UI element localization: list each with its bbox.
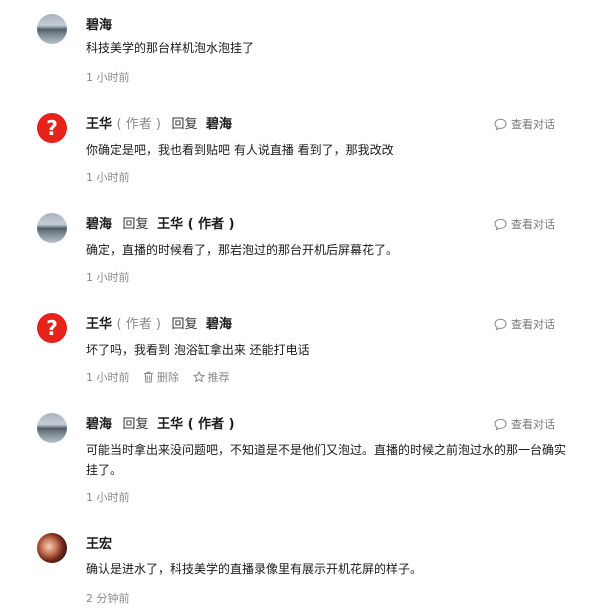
- reply-to-username[interactable]: 碧海: [206, 117, 232, 132]
- timestamp: 1 小时前: [86, 171, 130, 184]
- comment-meta: 1 小时前: [86, 270, 130, 286]
- view-conversation-link[interactable]: 查看对话: [494, 417, 555, 436]
- username[interactable]: 王华: [86, 317, 112, 332]
- reply-label: 回复: [122, 417, 149, 432]
- chat-bubble-icon: [494, 318, 507, 336]
- comment-meta: 1 小时前 删除 推荐: [86, 370, 230, 388]
- trash-icon: [143, 371, 154, 388]
- view-conversation-link[interactable]: 查看对话: [494, 217, 555, 236]
- chat-bubble-icon: [494, 118, 507, 136]
- username[interactable]: 碧海: [86, 417, 112, 432]
- avatar[interactable]: [37, 413, 67, 443]
- view-conversation-link[interactable]: 查看对话: [494, 117, 555, 136]
- comment-header: 王宏: [86, 536, 112, 554]
- comment-header: 王华 ( 作者 ) 回复 碧海: [86, 116, 232, 134]
- timestamp: 1 小时前: [86, 271, 130, 284]
- comment-text: 科技美学的那台样机泡水泡挂了: [86, 41, 255, 55]
- reply-label: 回复: [122, 217, 149, 232]
- timestamp: 1 小时前: [86, 491, 130, 504]
- chat-bubble-icon: [494, 418, 507, 436]
- comment-header: 碧海 回复 王华 ( 作者 ): [86, 216, 235, 234]
- delete-button[interactable]: 删除: [143, 371, 179, 384]
- question-mark-icon: ?: [46, 316, 58, 340]
- delete-label: 删除: [157, 371, 179, 384]
- comment-meta: 1 小时前: [86, 490, 130, 506]
- comment-header: 王华 ( 作者 ) 回复 碧海: [86, 316, 232, 334]
- comment-text: 确认是进水了，科技美学的直播录像里有展示开机花屏的样子。: [86, 562, 423, 576]
- recommend-button[interactable]: 推荐: [192, 370, 230, 384]
- comment-text: 确定，直播的时候看了，那岩泡过的那台开机后屏幕花了。: [86, 243, 399, 257]
- avatar[interactable]: [37, 533, 67, 563]
- timestamp: 1 小时前: [86, 71, 130, 84]
- comment-header: 碧海 回复 王华 ( 作者 ): [86, 416, 235, 434]
- timestamp: 2 分钟前: [86, 592, 130, 605]
- username[interactable]: 王华: [86, 117, 112, 132]
- author-tag: ( 作者 ): [116, 117, 161, 132]
- reply-to-username[interactable]: 王华 ( 作者 ): [157, 417, 234, 432]
- comment-meta: 2 分钟前: [86, 591, 130, 607]
- username[interactable]: 碧海: [86, 18, 112, 33]
- view-conversation-label: 查看对话: [511, 218, 555, 231]
- avatar[interactable]: [37, 213, 67, 243]
- author-tag: ( 作者 ): [116, 317, 161, 332]
- view-conversation-label: 查看对话: [511, 318, 555, 331]
- star-icon: [192, 370, 205, 388]
- comment-header: 碧海: [86, 17, 112, 35]
- timestamp: 1 小时前: [86, 371, 130, 384]
- avatar[interactable]: ?: [37, 313, 67, 343]
- recommend-label: 推荐: [207, 371, 230, 384]
- comment-text: 坏了吗，我看到 泡浴缸拿出来 还能打电话: [86, 343, 310, 357]
- comment-text: 你确定是吧，我也看到贴吧 有人说直播 看到了，那我改改: [86, 143, 394, 157]
- comment-text: 可能当时拿出来没问题吧，不知道是不是他们又泡过。直播的时候之前泡过水的那一台确实…: [86, 443, 567, 477]
- reply-label: 回复: [171, 117, 198, 132]
- view-conversation-label: 查看对话: [511, 418, 555, 431]
- question-mark-icon: ?: [46, 116, 58, 140]
- comment-meta: 1 小时前: [86, 170, 130, 186]
- reply-to-username[interactable]: 王华 ( 作者 ): [157, 217, 234, 232]
- view-conversation-link[interactable]: 查看对话: [494, 317, 555, 336]
- view-conversation-label: 查看对话: [511, 118, 555, 131]
- comment-meta: 1 小时前: [86, 70, 130, 86]
- avatar[interactable]: ?: [37, 113, 67, 143]
- username[interactable]: 碧海: [86, 217, 112, 232]
- reply-to-username[interactable]: 碧海: [206, 317, 232, 332]
- chat-bubble-icon: [494, 218, 507, 236]
- username[interactable]: 王宏: [86, 537, 112, 552]
- avatar[interactable]: [37, 14, 67, 44]
- reply-label: 回复: [171, 317, 198, 332]
